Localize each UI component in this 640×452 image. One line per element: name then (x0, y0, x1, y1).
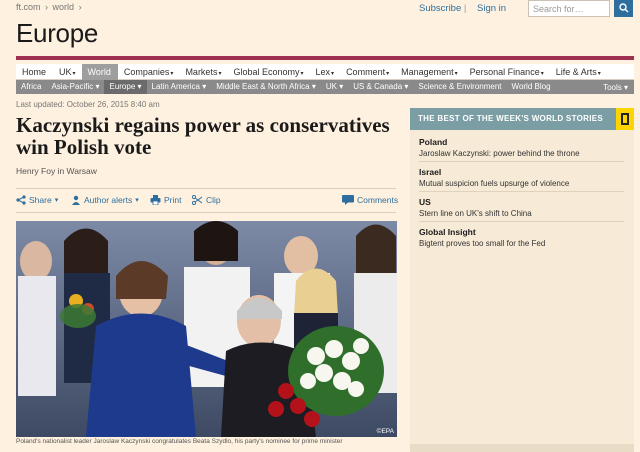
article-headline: Kaczynski regains power as conservatives… (16, 113, 390, 159)
sidebar-story[interactable]: US Stern line on UK's shift to China (419, 197, 629, 218)
chevron-down-icon: ▾ (54, 197, 59, 204)
divider (419, 191, 624, 192)
subnav-item-middle-east[interactable]: Middle East & North Africa ▾ (211, 80, 321, 94)
comments-label: Comments (357, 195, 399, 205)
print-button[interactable]: Print (150, 195, 181, 205)
share-label: Share (29, 195, 52, 205)
comments-button[interactable]: Comments (342, 195, 398, 205)
story-region: Global Insight (419, 227, 476, 237)
subnav-item-latin-america[interactable]: Latin America ▾ (147, 80, 212, 94)
sidebar: THE BEST OF THE WEEK'S WORLD STORIES Pol… (410, 108, 634, 452)
author-alerts-button[interactable]: Author alerts ▾ (71, 195, 139, 205)
person-icon (72, 195, 80, 205)
nav-item-world[interactable]: World (81, 63, 118, 80)
primary-nav: Home UK▾ World Companies▾ Markets▾ Globa… (16, 63, 634, 80)
story-region: Israel (419, 167, 442, 177)
subnav-item-europe[interactable]: Europe ▾ (104, 80, 147, 94)
search-icon (618, 3, 628, 13)
nav-item-home[interactable]: Home (16, 64, 53, 80)
nav-item-global-economy[interactable]: Global Economy▾ (227, 64, 309, 80)
nav-item-management[interactable]: Management▾ (395, 64, 464, 80)
sign-in-link[interactable]: Sign in (477, 3, 506, 14)
breadcrumb-separator: › (45, 2, 49, 12)
subnav-item-science[interactable]: Science & Environment (413, 80, 506, 94)
secondary-nav: Africa Asia-Pacific ▾ Europe ▾ Latin Ame… (16, 80, 634, 94)
divider (419, 221, 624, 222)
sidebar-story[interactable]: Israel Mutual suspicion fuels upsurge of… (419, 167, 629, 188)
account-links: Subscribe | Sign in (419, 3, 506, 14)
subnav-item-uk[interactable]: UK ▾ (321, 80, 348, 94)
nav-item-life-arts[interactable]: Life & Arts▾ (550, 64, 607, 80)
byline[interactable]: Henry Foy in Warsaw (16, 166, 97, 176)
search-button[interactable] (614, 0, 633, 17)
author-alerts-label: Author alerts (84, 195, 133, 205)
nav-item-uk[interactable]: UK▾ (53, 64, 82, 80)
nav-item-personal-finance[interactable]: Personal Finance▾ (464, 64, 550, 80)
divider: | (463, 3, 469, 14)
story-link[interactable]: Jaroslaw Kaczynski: power behind the thr… (419, 149, 629, 158)
clip-label: Clip (206, 195, 221, 205)
chevron-down-icon: ▾ (135, 197, 139, 204)
nav-item-companies[interactable]: Companies▾ (118, 64, 180, 80)
divider (16, 212, 396, 213)
printer-icon (150, 195, 161, 205)
story-link[interactable]: Bigtent proves too small for the Fed (419, 239, 629, 248)
photo-illustration (16, 221, 397, 437)
nav-item-lex[interactable]: Lex▾ (310, 64, 341, 80)
section-title: Europe (16, 18, 99, 48)
sidebar-story[interactable]: Poland Jaroslaw Kaczynski: power behind … (419, 137, 629, 158)
search-input[interactable]: Search for… (528, 0, 610, 17)
search-placeholder: Search for… (533, 4, 584, 14)
comment-icon (342, 195, 354, 205)
breadcrumb-home-link[interactable]: ft.com (16, 2, 41, 12)
sidebar-story[interactable]: Global Insight Bigtent proves too small … (419, 227, 629, 248)
section-rule (16, 56, 634, 60)
clip-button[interactable]: Clip (192, 195, 221, 205)
article-tools: Share ▾ Author alerts ▾ Print Clip Comme… (16, 195, 398, 209)
story-region: Poland (419, 137, 448, 147)
scissors-icon (192, 195, 203, 205)
subnav-item-asia-pacific[interactable]: Asia-Pacific ▾ (46, 80, 104, 94)
breadcrumb: ft.com › world › (16, 2, 84, 12)
divider (419, 161, 624, 162)
share-icon (16, 195, 26, 205)
print-label: Print (164, 195, 182, 205)
breadcrumb-separator: › (78, 2, 82, 12)
last-updated: Last updated: October 26, 2015 8:40 am (16, 100, 160, 109)
tools-menu[interactable]: Tools ▾ (603, 83, 634, 92)
sidebar-footer (410, 444, 634, 452)
photo-credit: ©EPA (376, 428, 394, 435)
nav-item-comment[interactable]: Comment▾ (340, 64, 395, 80)
brand-logo-icon (616, 108, 634, 130)
article-photo: ©EPA (16, 221, 397, 437)
divider (16, 188, 396, 189)
sidebar-heading: THE BEST OF THE WEEK'S WORLD STORIES (410, 108, 616, 130)
breadcrumb-world-link[interactable]: world (53, 2, 75, 12)
share-button[interactable]: Share ▾ (16, 195, 58, 205)
story-link[interactable]: Mutual suspicion fuels upsurge of violen… (419, 179, 629, 188)
nav-item-markets[interactable]: Markets▾ (179, 64, 227, 80)
story-link[interactable]: Stern line on UK's shift to China (419, 209, 629, 218)
subnav-item-world-blog[interactable]: World Blog (507, 80, 556, 94)
subnav-item-africa[interactable]: Africa (16, 80, 46, 94)
subnav-item-us-canada[interactable]: US & Canada ▾ (348, 80, 413, 94)
story-region: US (419, 197, 431, 207)
photo-caption: Poland's nationalist leader Jaroslaw Kac… (16, 438, 343, 445)
subscribe-link[interactable]: Subscribe (419, 3, 461, 14)
